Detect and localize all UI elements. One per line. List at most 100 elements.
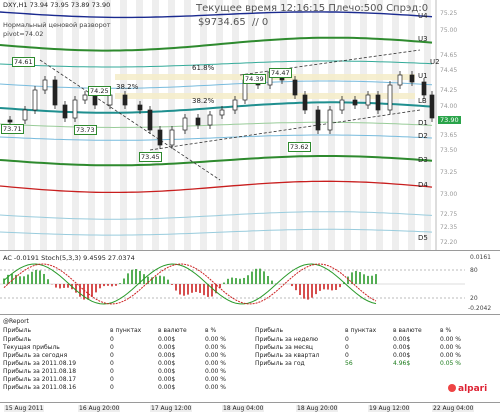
candle-body [219,109,225,116]
candle-body [397,74,403,86]
session-band [56,0,63,250]
col-header-pct: в % [205,327,217,334]
level-label: U4 [418,12,428,20]
candle-body [302,94,308,111]
candle-body [429,94,435,119]
osc-scale-label: -0.2042 [468,305,492,312]
report-row-pct: 0.00 % [205,352,226,359]
fib-label: 38.2% [116,83,139,91]
report-row-points: 0 [110,352,114,359]
col-header-currency: в валюте [158,327,187,334]
candle-body [182,117,188,131]
swing-label: 74.39 [243,74,266,84]
price-scale-label: 74.65 [440,52,458,59]
candle-body [72,99,78,119]
swing-label: 74.61 [12,57,35,67]
report-row-pct: 0.00 % [205,368,226,375]
report-row-label: Прибыль за сегодня [3,352,68,359]
candle-body [207,114,213,126]
time-label: 18 Aug 04:00 [222,405,265,412]
price-scale-label: 74.00 [440,103,458,110]
report-row-currency: 0.00$ [393,352,411,359]
main-chart-pane[interactable]: DXY,H1 73.94 73.95 73.89 73.90 Нормальны… [0,0,500,251]
report-row-pct: 0.00 % [205,360,226,367]
candle-body [387,84,393,111]
time-label: 16 Aug 20:00 [78,405,121,412]
level-label: D4 [418,181,428,189]
price-scale-label: 73.25 [440,169,458,176]
report-row-label: Прибыль за год [255,360,305,367]
price-scale-label: 74.45 [440,67,458,74]
col-header-profit: Прибыль [3,327,32,334]
report-row-currency: 0.00$ [158,352,176,359]
report-row-points: 0 [345,352,349,359]
candle-body [315,109,321,131]
swing-label: 73.45 [139,152,162,162]
candle-body [147,109,153,131]
candle-body [292,79,298,96]
report-row-currency: 0.00$ [393,344,411,351]
time-label: 19 Aug 12:00 [368,405,411,412]
report-row-points: 0 [345,344,349,351]
candle-body [169,129,175,146]
candle-body [327,109,333,131]
oscillator-header: AC -0.0191 Stoch(5,3,3) 9.4595 27.0374 [3,254,135,262]
price-scale-label: 74.25 [440,87,458,94]
time-axis: 15 Aug 2011 16 Aug 20:00 17 Aug 12:00 18… [0,402,500,414]
current-price-tag: 73.90 [438,116,461,124]
candle-body [52,79,58,106]
logo-icon [448,384,456,392]
broker-logo: alpari [448,384,487,394]
candle-body [92,94,98,106]
balance-suffix: // 0 [252,17,269,28]
level-label: D5 [418,234,428,242]
report-row-points: 0 [110,360,114,367]
report-row-pct: 0.00 % [205,336,226,343]
report-row-currency: 0.00$ [158,360,176,367]
session-band [152,0,159,250]
level-label: LB [418,97,427,105]
symbol-header: DXY,H1 73.94 73.95 73.89 73.90 [3,1,111,9]
level-label: D1 [418,119,428,127]
price-scale-label: 72.75 [440,211,458,218]
report-row-pct: 0.00 % [205,344,226,351]
time-label: 18 Aug 20:00 [296,405,339,412]
candle-body [32,89,38,111]
candle-body [82,94,88,101]
candle-body [339,99,345,111]
swing-label: 73.71 [1,124,24,134]
osc-scale-label: 0.0161 [470,254,491,261]
account-balance: $9734.65 [198,17,246,28]
report-row-points: 0 [345,336,349,343]
report-row-points: 56 [345,360,353,367]
osc-scale-label: 20 [470,295,478,302]
report-row-pct: в % [440,327,452,334]
report-row-pct: 0.00 % [440,336,461,343]
level-label: D3 [418,156,428,164]
price-scale-label: 73.50 [440,147,458,154]
price-scale-label: 75.00 [440,27,458,34]
session-band [392,0,399,250]
report-row-pct: 0.05 % [440,360,461,367]
report-row-pct: 0.00 % [205,384,226,391]
candle-body [122,94,128,106]
report-row-pct: 0.00 % [205,376,226,383]
report-row-label: Прибыль за неделю [255,336,319,343]
price-scale-label: 73.00 [440,191,458,198]
candle-body [62,104,68,119]
level-label: U3 [418,35,428,43]
report-row-points: 0 [110,384,114,391]
oscillator-pane[interactable]: AC -0.0191 Stoch(5,3,3) 9.4595 27.0374 0… [0,252,500,315]
report-row-label: Прибыль [3,336,32,343]
candle-body [352,99,358,106]
session-band [168,0,175,250]
swing-label: 74.47 [269,68,292,78]
report-row-label: Прибыль [255,327,284,334]
report-row-pct: 0.00 % [440,344,461,351]
col-header-points: в пунктах [110,327,142,334]
report-row-label: Прибыль за 2011.08.16 [3,384,77,391]
time-label: 17 Aug 12:00 [150,405,193,412]
report-row-label: Прибыль за квартал [255,352,320,359]
candle-body [107,94,113,106]
report-row-label: Прибыль за 2011.08.18 [3,368,77,375]
